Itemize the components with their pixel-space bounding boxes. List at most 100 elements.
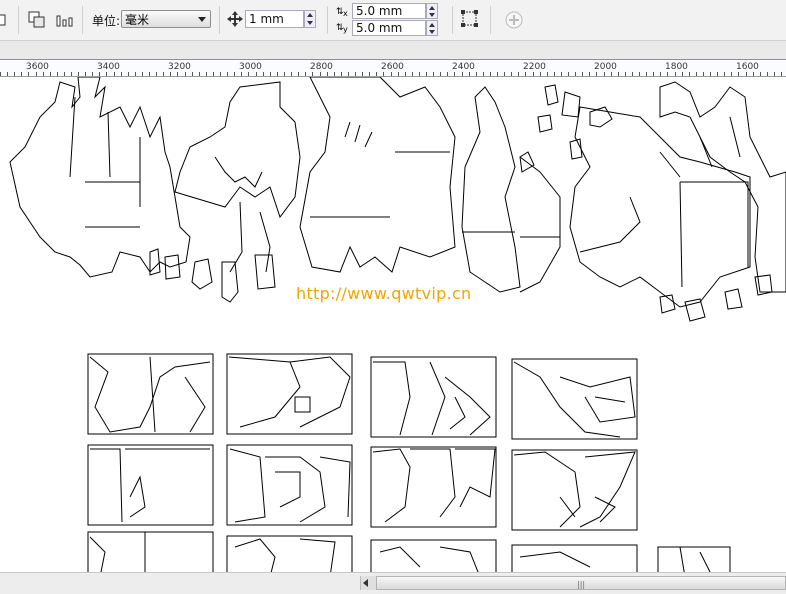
units-value: 毫米	[125, 13, 150, 27]
document-tab-strip	[0, 41, 786, 59]
ruler-tick	[121, 72, 122, 76]
ruler-tick	[248, 72, 249, 76]
property-toolbar: 单位: 毫米 1 mm ⇅ x 5.0 mm ⇅ y 5.0 mm	[0, 0, 786, 41]
ruler-tick	[746, 72, 747, 76]
ruler-tick	[653, 72, 654, 76]
ruler-tick	[504, 72, 505, 76]
ruler-tick	[398, 72, 399, 76]
ruler-tick	[511, 72, 512, 76]
ruler-label: 3600	[26, 62, 49, 72]
ruler-tick	[675, 72, 676, 76]
ruler-tick	[731, 72, 732, 76]
ruler-tick	[611, 72, 612, 76]
ruler-tick	[632, 72, 633, 76]
ruler-tick	[440, 72, 441, 76]
duplicate-y-input[interactable]: 5.0 mm	[352, 20, 426, 36]
chevron-down-icon	[198, 17, 206, 22]
ruler-tick	[625, 72, 626, 76]
ruler-tick	[753, 72, 754, 76]
ruler-tick	[163, 72, 164, 76]
ruler-tick	[291, 72, 292, 76]
ruler-tick	[21, 72, 22, 76]
ruler-tick	[170, 72, 171, 76]
ruler-tick	[476, 72, 477, 76]
ruler-tick	[320, 72, 321, 76]
ruler-tick	[213, 72, 214, 76]
ruler-tick	[596, 72, 597, 76]
page-icon[interactable]	[0, 10, 14, 30]
ruler-tick	[589, 72, 590, 76]
ruler-tick	[327, 72, 328, 76]
ruler-tick	[206, 72, 207, 76]
align-bars-icon[interactable]	[55, 10, 75, 30]
ruler-tick	[419, 72, 420, 76]
ruler-tick	[114, 72, 115, 76]
ruler-tick	[341, 72, 342, 76]
ruler-tick	[7, 72, 8, 76]
ruler-tick	[447, 72, 448, 76]
add-plus-icon[interactable]	[504, 10, 524, 30]
nudge-distance-input[interactable]: 1 mm	[245, 10, 304, 28]
scroll-thumb[interactable]: |||	[376, 576, 786, 590]
ruler-tick	[710, 72, 711, 76]
ruler-tick	[540, 72, 541, 76]
ruler-tick	[391, 72, 392, 76]
ruler-tick	[582, 72, 583, 76]
ruler-tick	[0, 72, 1, 76]
ruler-tick	[28, 72, 29, 76]
ruler-label: 3000	[239, 62, 262, 72]
copy-layers-icon[interactable]	[27, 10, 47, 30]
ruler-tick	[71, 72, 72, 76]
nudge-icon	[226, 10, 246, 30]
ruler-tick	[497, 72, 498, 76]
ruler-tick	[348, 72, 349, 76]
ruler-tick	[738, 72, 739, 76]
ruler-tick	[618, 72, 619, 76]
ruler-tick	[689, 72, 690, 76]
ruler-tick	[405, 72, 406, 76]
ruler-tick	[696, 72, 697, 76]
ruler-tick	[490, 72, 491, 76]
ruler-tick	[781, 72, 782, 76]
ruler-tick	[85, 72, 86, 76]
ruler-label: 2200	[523, 62, 546, 72]
ruler-tick	[774, 72, 775, 76]
ruler-tick	[525, 72, 526, 76]
ruler-label: 3200	[168, 62, 191, 72]
units-dropdown[interactable]: 毫米	[121, 10, 211, 28]
ruler-tick	[454, 72, 455, 76]
duplicate-x-input[interactable]: 5.0 mm	[352, 3, 426, 19]
horizontal-ruler[interactable]: 3600 3400 3200 3000 2800 2600 2400 2200 …	[0, 59, 786, 77]
horizontal-scrollbar[interactable]: |||	[0, 572, 786, 594]
ruler-tick	[369, 72, 370, 76]
ruler-tick	[682, 72, 683, 76]
ruler-tick	[483, 72, 484, 76]
watermark-url: http://www.qwtvip.cn	[296, 284, 472, 303]
ruler-tick	[760, 72, 761, 76]
ruler-tick	[568, 72, 569, 76]
nudge-spinner[interactable]	[304, 10, 316, 28]
ruler-tick	[312, 72, 313, 76]
select-all-nodes-icon[interactable]	[460, 9, 480, 29]
ruler-tick	[362, 72, 363, 76]
scroll-left-arrow-icon[interactable]	[363, 579, 368, 587]
ruler-tick	[717, 72, 718, 76]
ruler-tick	[646, 72, 647, 76]
ruler-tick	[192, 72, 193, 76]
ruler-tick	[469, 72, 470, 76]
ruler-tick	[575, 72, 576, 76]
ruler-tick	[412, 72, 413, 76]
ruler-tick	[64, 72, 65, 76]
ruler-tick	[426, 72, 427, 76]
ruler-tick	[355, 72, 356, 76]
drawing-canvas[interactable]: http://www.qwtvip.cn	[0, 77, 786, 572]
duplicate-y-spinner[interactable]	[426, 20, 438, 36]
ruler-tick	[334, 72, 335, 76]
ruler-tick	[106, 72, 107, 76]
duplicate-x-spinner[interactable]	[426, 3, 438, 19]
ruler-tick	[149, 72, 150, 76]
ruler-tick	[14, 72, 15, 76]
ruler-tick	[518, 72, 519, 76]
ruler-tick	[305, 72, 306, 76]
ruler-tick	[227, 72, 228, 76]
